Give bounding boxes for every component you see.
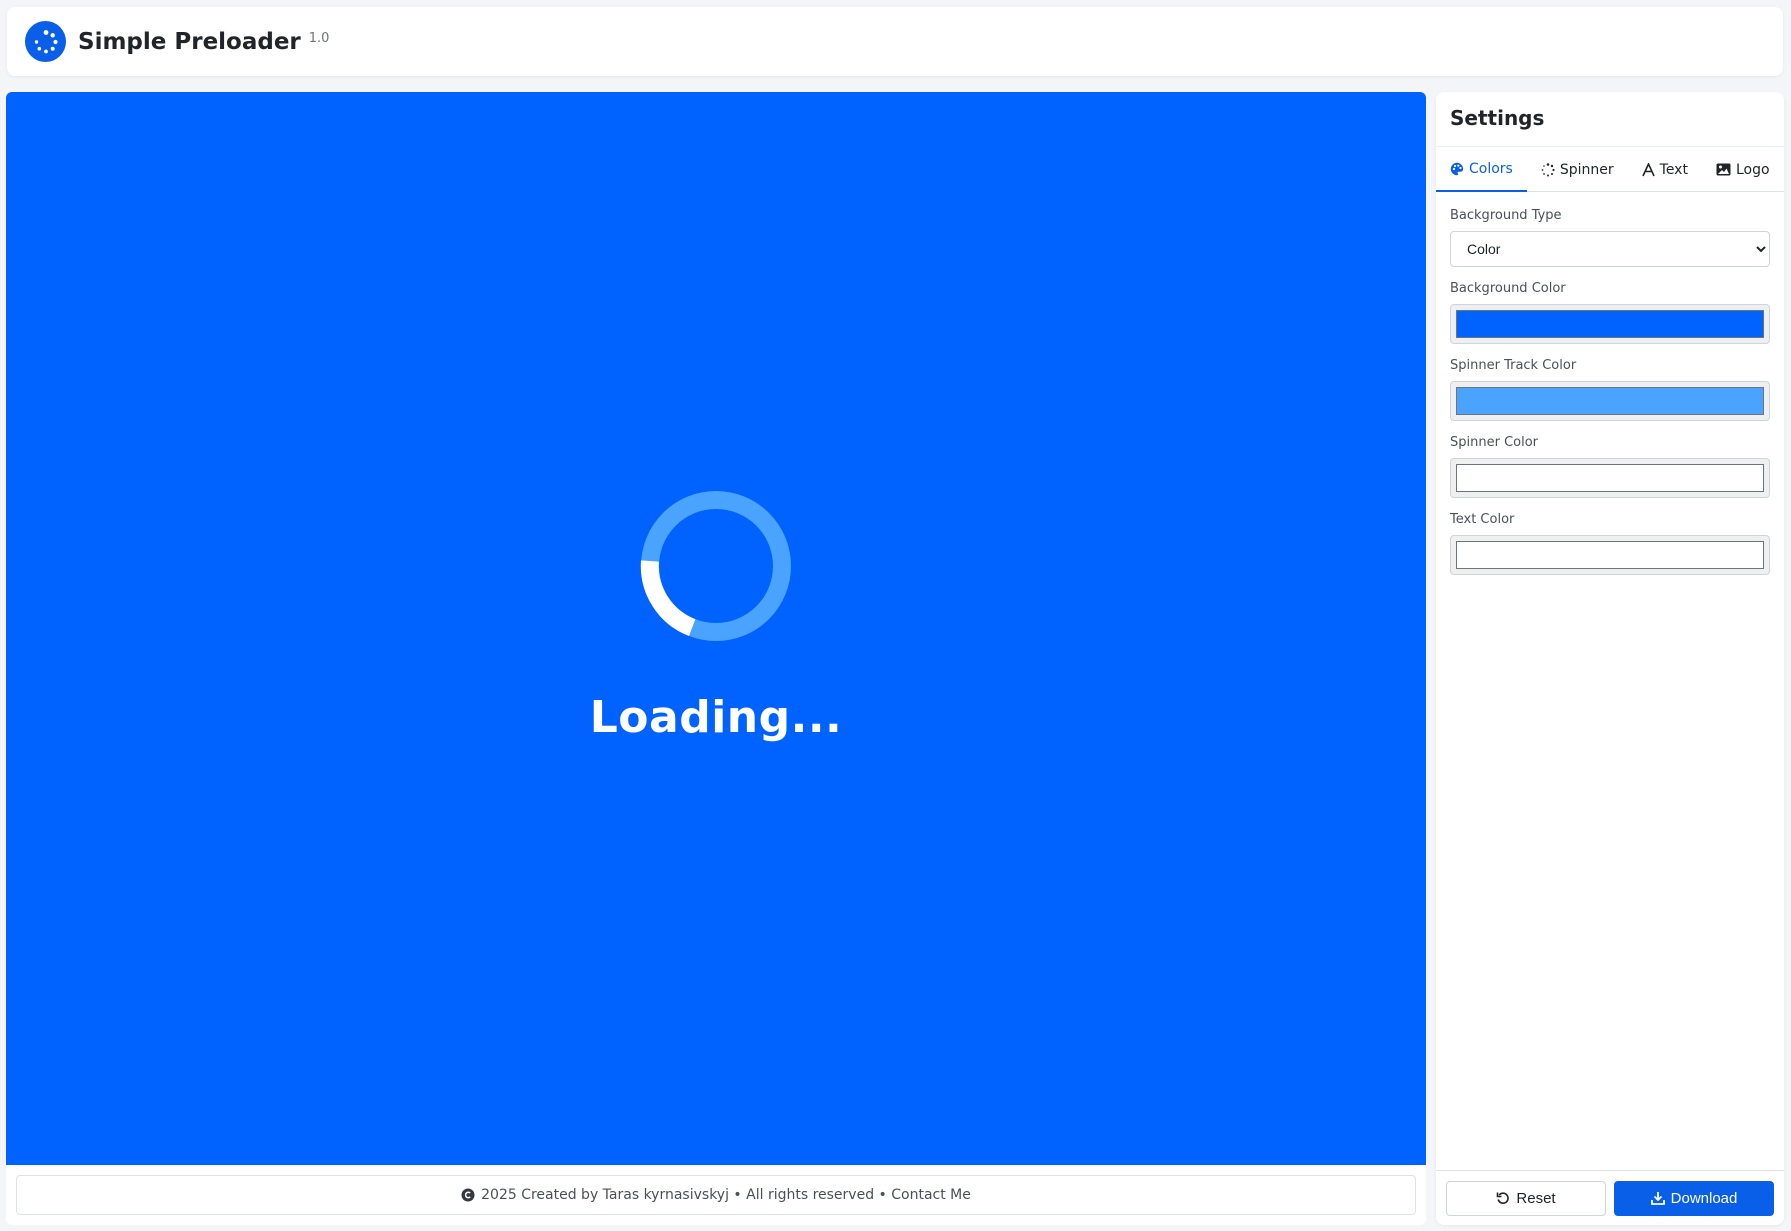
tab-text-label: Text xyxy=(1659,161,1688,178)
download-button-label: Download xyxy=(1670,1189,1738,1207)
background-color-label: Background Color xyxy=(1450,281,1566,296)
text-color-picker[interactable] xyxy=(1450,535,1770,575)
preview-spinner xyxy=(640,491,791,641)
spinner-track-color-label: Spinner Track Color xyxy=(1450,358,1577,373)
text-color-label: Text Color xyxy=(1450,512,1515,527)
footer: 2025 Created by Taras kyrnasivskyj • All… xyxy=(6,1165,1426,1225)
footer-text: 2025 Created by Taras kyrnasivskyj • All… xyxy=(481,1187,971,1203)
copyright-icon xyxy=(461,1188,475,1202)
reset-button[interactable]: Reset xyxy=(1446,1180,1606,1216)
reset-button-label: Reset xyxy=(1516,1189,1556,1207)
spinner-color-swatch xyxy=(1456,464,1764,492)
field-background-color: Background Color xyxy=(1450,281,1770,344)
tab-spinner-label: Spinner xyxy=(1559,161,1614,178)
download-icon xyxy=(1650,1191,1665,1205)
field-spinner-color: Spinner Color xyxy=(1450,435,1770,498)
spinner-track-color-picker[interactable] xyxy=(1450,381,1770,421)
settings-tabs: Colors Spinner Text Logo xyxy=(1436,146,1784,192)
preloader-preview: Loading... xyxy=(6,92,1426,1165)
spinner-arc xyxy=(640,560,696,637)
field-text-color: Text Color xyxy=(1450,512,1770,575)
text-font-icon xyxy=(1641,162,1655,177)
background-type-label: Background Type xyxy=(1450,208,1562,223)
settings-panel: Settings Colors Spinner Text Logo Backgr… xyxy=(1436,92,1784,1225)
download-button[interactable]: Download xyxy=(1614,1180,1774,1216)
tab-text[interactable]: Text xyxy=(1628,147,1702,192)
tab-logo[interactable]: Logo xyxy=(1702,147,1784,192)
app-version: 1.0 xyxy=(308,31,330,46)
tab-logo-label: Logo xyxy=(1735,161,1770,178)
spinner-color-picker[interactable] xyxy=(1450,458,1770,498)
settings-title: Settings xyxy=(1450,106,1545,130)
field-spinner-track-color: Spinner Track Color xyxy=(1450,358,1770,421)
tab-colors-label: Colors xyxy=(1469,160,1513,177)
footer-credit: 2025 Created by Taras kyrnasivskyj • All… xyxy=(16,1175,1416,1215)
loading-text: Loading... xyxy=(589,692,843,743)
palette-icon xyxy=(1450,162,1464,176)
settings-actions: Reset Download xyxy=(1436,1170,1784,1225)
app-header: Simple Preloader 1.0 xyxy=(7,7,1783,76)
tab-colors[interactable]: Colors xyxy=(1436,147,1527,192)
spinner-color-label: Spinner Color xyxy=(1450,435,1539,450)
background-type-select[interactable]: Color xyxy=(1450,231,1770,267)
text-color-swatch xyxy=(1456,541,1764,569)
spinner-icon xyxy=(1541,162,1555,177)
colors-form: Background Type Color Background Color S… xyxy=(1450,208,1770,589)
background-color-picker[interactable] xyxy=(1450,304,1770,344)
background-color-swatch xyxy=(1456,310,1764,338)
undo-icon xyxy=(1496,1191,1510,1205)
app-title: Simple Preloader xyxy=(78,28,301,55)
field-background-type: Background Type Color xyxy=(1450,208,1770,267)
dotted-spinner-icon xyxy=(25,21,66,62)
image-icon xyxy=(1716,163,1731,176)
tab-spinner[interactable]: Spinner xyxy=(1527,147,1628,192)
spinner-track-color-swatch xyxy=(1456,387,1764,415)
